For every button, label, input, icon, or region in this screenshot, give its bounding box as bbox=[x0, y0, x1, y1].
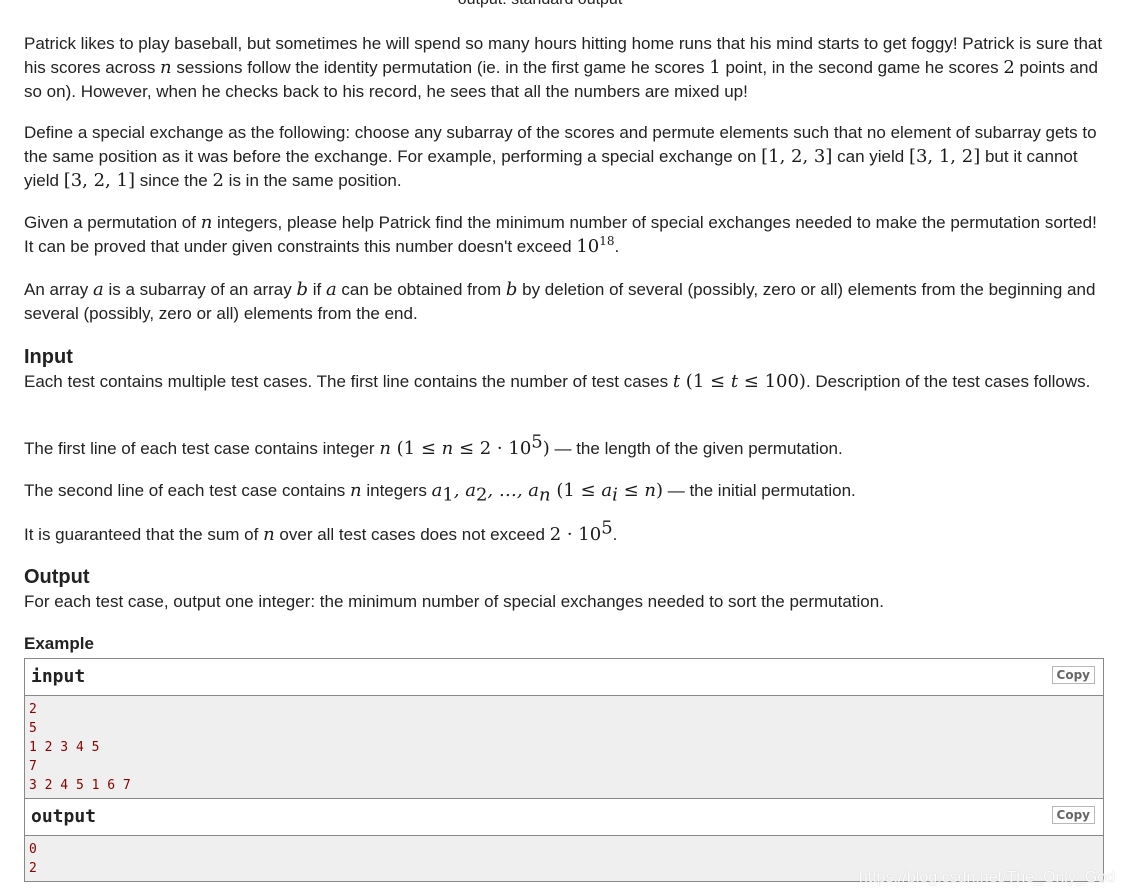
math-exponent: 5 bbox=[531, 431, 543, 453]
math-n: n bbox=[379, 438, 391, 459]
example-line: 1 2 3 4 5 bbox=[29, 740, 100, 755]
math-subscript: 2 bbox=[475, 484, 488, 506]
math: ≤ 2 · 10 bbox=[453, 438, 532, 459]
math-2: 2 bbox=[1003, 57, 1015, 78]
math-a: a bbox=[325, 279, 337, 300]
math-exponent: 5 bbox=[601, 517, 613, 539]
text: — the length of the given permutation. bbox=[549, 439, 843, 458]
math-2: 2 bbox=[212, 170, 224, 191]
math-array-312: [3, 1, 2] bbox=[908, 146, 981, 167]
output-paragraph-1: For each test case, output one integer: … bbox=[24, 592, 884, 611]
text: can be obtained from bbox=[336, 280, 506, 299]
math: (1 ≤ bbox=[390, 438, 442, 459]
example-line: 5 bbox=[29, 721, 37, 736]
text: . bbox=[612, 525, 618, 544]
math-subscript: n bbox=[539, 484, 551, 506]
math-a: , …, a bbox=[487, 480, 540, 501]
text: It is guaranteed that the sum of bbox=[24, 525, 264, 544]
text: . Description of the test cases follows. bbox=[805, 372, 1091, 391]
text: integers bbox=[361, 481, 432, 500]
math-a: a bbox=[431, 480, 443, 501]
text: — the initial permutation. bbox=[663, 481, 856, 500]
output-section-title: Output bbox=[24, 566, 90, 588]
text: Given a permutation of bbox=[24, 213, 201, 232]
math-a: , a bbox=[453, 480, 476, 501]
math-b: b bbox=[296, 279, 309, 300]
text: sessions follow the identity permutation… bbox=[171, 58, 710, 77]
math-exponent: 18 bbox=[599, 234, 615, 248]
text: is a subarray of an array bbox=[103, 280, 297, 299]
math-base: 10 bbox=[576, 236, 600, 257]
watermark: https://blog.csdn.net/The_Only_God bbox=[858, 869, 1115, 886]
example-output-label: output bbox=[31, 806, 97, 827]
math-a: a bbox=[92, 279, 104, 300]
math: ) bbox=[542, 438, 550, 459]
example-output-header: output Copy bbox=[25, 799, 1103, 836]
math-b: b bbox=[505, 279, 518, 300]
math: ≤ 100) bbox=[738, 371, 806, 392]
math-t: t bbox=[730, 371, 739, 392]
input-paragraph-2: The first line of each test case contain… bbox=[24, 433, 1104, 461]
math-n: n bbox=[441, 438, 454, 459]
math: ≤ bbox=[617, 480, 645, 501]
text: The second line of each test case contai… bbox=[24, 481, 351, 500]
text: An array bbox=[24, 280, 93, 299]
statement-paragraph-3: Given a permutation of n integers, pleas… bbox=[24, 211, 1104, 259]
math-10-pow-18: 1018 bbox=[576, 234, 615, 257]
text: is in the same position. bbox=[223, 171, 402, 190]
math-n: n bbox=[200, 212, 213, 233]
math-array-321: [3, 2, 1] bbox=[63, 170, 135, 191]
math-n: n bbox=[160, 57, 172, 78]
math-1: 1 bbox=[709, 57, 721, 78]
math: (1 ≤ bbox=[680, 371, 731, 392]
output-spec: output: standard output bbox=[0, 0, 1104, 9]
input-paragraph-3: The second line of each test case contai… bbox=[24, 479, 1104, 506]
math-a: a bbox=[601, 480, 613, 501]
text: over all test cases does not exceed bbox=[274, 525, 550, 544]
math: (1 ≤ bbox=[550, 480, 602, 501]
text: Each test contains multiple test cases. … bbox=[24, 372, 673, 391]
statement-paragraph-4: An array a is a subarray of an array b i… bbox=[24, 278, 1104, 326]
example-line: 7 bbox=[29, 759, 37, 774]
math-n: n bbox=[263, 524, 275, 545]
math-n: n bbox=[644, 480, 656, 501]
example-line: 2 bbox=[29, 702, 37, 717]
math-n: n bbox=[350, 480, 362, 501]
example-title: Example bbox=[24, 634, 94, 653]
copy-input-button[interactable]: Copy bbox=[1051, 666, 1095, 684]
input-paragraph-1: Each test contains multiple test cases. … bbox=[24, 370, 1104, 394]
input-paragraph-4: It is guaranteed that the sum of n over … bbox=[24, 519, 1104, 547]
math: ) bbox=[655, 480, 663, 501]
example-line: 3 2 4 5 1 6 7 bbox=[29, 778, 131, 793]
example-line: 0 bbox=[29, 842, 37, 857]
statement-paragraph-1: Patrick likes to play baseball, but some… bbox=[24, 32, 1104, 104]
example-box: input Copy 2 5 1 2 3 4 5 7 3 2 4 5 1 6 7 out… bbox=[24, 658, 1104, 882]
text: The first line of each test case contain… bbox=[24, 439, 380, 458]
text: can yield bbox=[832, 147, 909, 166]
example-input-content: 2 5 1 2 3 4 5 7 3 2 4 5 1 6 7 bbox=[25, 696, 1103, 799]
math-t: t bbox=[672, 371, 681, 392]
input-section-title: Input bbox=[24, 346, 73, 368]
math: 2 · 10 bbox=[549, 524, 602, 545]
math-subscript: 1 bbox=[442, 484, 454, 506]
example-input-header: input Copy bbox=[25, 659, 1103, 696]
text: if bbox=[308, 280, 326, 299]
example-input-label: input bbox=[31, 666, 86, 687]
copy-output-button[interactable]: Copy bbox=[1051, 806, 1095, 824]
statement-paragraph-2: Define a special exchange as the followi… bbox=[24, 121, 1104, 193]
math-array-123: [1, 2, 3] bbox=[761, 146, 833, 167]
text: . bbox=[614, 237, 620, 256]
text: point, in the second game he scores bbox=[720, 58, 1004, 77]
text: since the bbox=[134, 171, 213, 190]
